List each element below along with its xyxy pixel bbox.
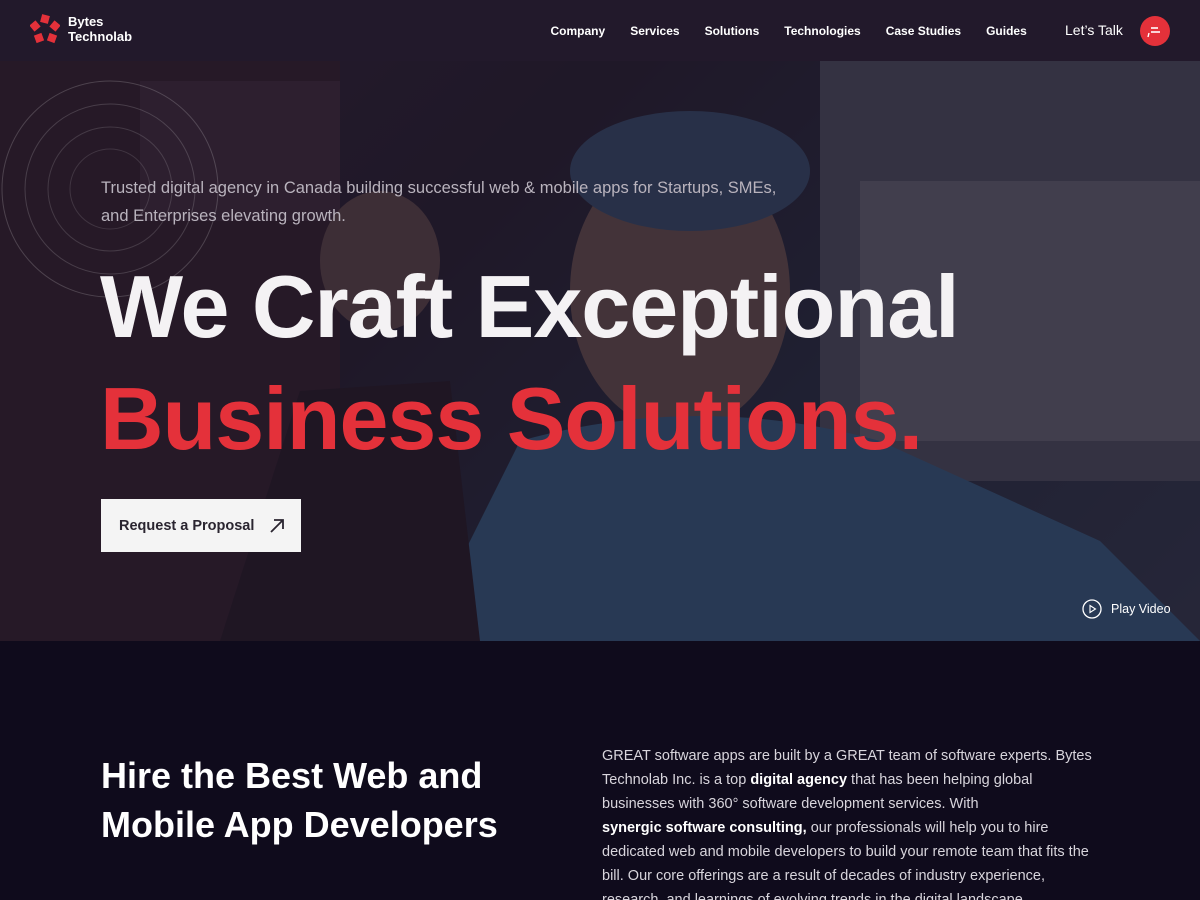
synergic-consulting-text: synergic software consulting, bbox=[602, 820, 807, 836]
hire-section: Hire the Best Web and Mobile App Develop… bbox=[0, 641, 1200, 900]
play-video-label: Play Video bbox=[1111, 602, 1171, 616]
nav-guides[interactable]: Guides bbox=[986, 24, 1027, 38]
hero-section: Trusted digital agency in Canada buildin… bbox=[0, 61, 1200, 641]
nav-services[interactable]: Services bbox=[630, 24, 679, 38]
request-proposal-label: Request a Proposal bbox=[119, 517, 255, 534]
top-nav: Bytes Technolab Company Services Solutio… bbox=[0, 0, 1200, 61]
lets-talk-link[interactable]: Let’s Talk bbox=[1065, 22, 1123, 38]
hero-subtitle: Trusted digital agency in Canada buildin… bbox=[101, 179, 777, 225]
arrow-up-right-icon bbox=[270, 518, 285, 533]
nav-solutions[interactable]: Solutions bbox=[705, 24, 760, 38]
brand-name-line2: Technolab bbox=[68, 29, 133, 44]
play-video-button[interactable]: Play Video bbox=[1082, 599, 1171, 619]
hero-headline-line1: We Craft Exceptional bbox=[100, 257, 960, 356]
digital-agency-text: digital agency bbox=[750, 772, 848, 788]
hero-headline: We Craft Exceptional Business Solutions. bbox=[100, 251, 960, 475]
hero-headline-line2: Business Solutions. bbox=[100, 369, 923, 468]
brand-name-line1: Bytes bbox=[68, 14, 104, 29]
nav-technologies[interactable]: Technologies bbox=[784, 24, 860, 38]
hire-description: GREAT software apps are built by a GREAT… bbox=[602, 744, 1102, 900]
nav-case-studies[interactable]: Case Studies bbox=[886, 24, 961, 38]
logo-icon bbox=[30, 14, 60, 44]
chat-button[interactable] bbox=[1140, 16, 1170, 46]
play-circle-icon bbox=[1082, 599, 1102, 619]
main-menu: Company Services Solutions Technologies … bbox=[538, 0, 1039, 61]
chat-bubble-icon bbox=[1147, 27, 1160, 38]
hire-heading: Hire the Best Web and Mobile App Develop… bbox=[101, 755, 498, 845]
request-proposal-button[interactable]: Request a Proposal bbox=[101, 499, 301, 552]
nav-company[interactable]: Company bbox=[551, 24, 606, 38]
brand-name: Bytes Technolab bbox=[68, 14, 132, 44]
brand-logo[interactable]: Bytes Technolab bbox=[30, 14, 132, 44]
